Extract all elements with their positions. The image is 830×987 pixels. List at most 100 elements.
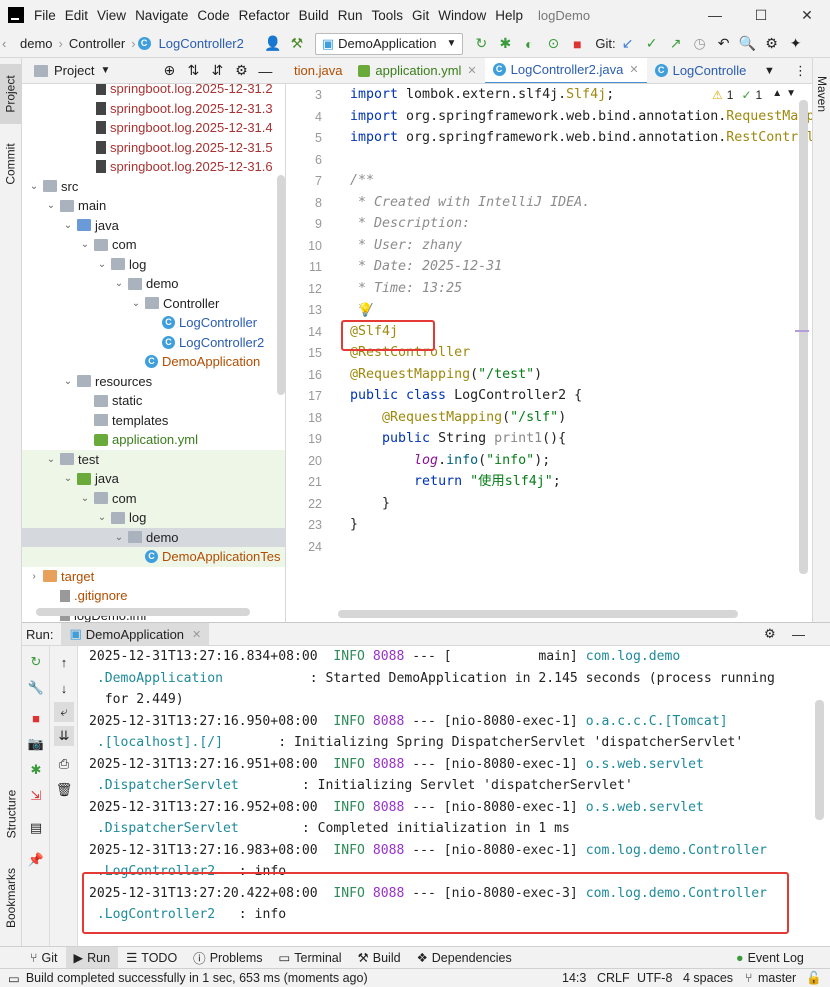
git-push-icon[interactable]: ↗: [665, 33, 687, 55]
menu-git[interactable]: Git: [412, 8, 429, 23]
pin-icon[interactable]: 📌: [26, 850, 46, 870]
indent-setting[interactable]: 4 spaces: [683, 971, 733, 985]
expand-chevron-icon[interactable]: ⌄: [62, 220, 74, 231]
tree-vertical-scrollbar[interactable]: [277, 175, 285, 395]
tree-item[interactable]: static: [22, 391, 285, 411]
tool-tab-todo[interactable]: ☰ TODO: [118, 947, 185, 969]
structure-tool-tab[interactable]: Structure: [0, 776, 22, 852]
gear-icon[interactable]: ⚙: [764, 626, 776, 642]
expand-chevron-icon[interactable]: ⌄: [62, 473, 74, 484]
search-icon[interactable]: 🔍: [737, 33, 759, 55]
expand-chevron-icon[interactable]: ⌄: [45, 454, 57, 465]
menu-code[interactable]: Code: [197, 8, 229, 23]
tree-item[interactable]: templates: [22, 411, 285, 431]
coverage-icon[interactable]: ◐: [518, 33, 540, 55]
tree-item[interactable]: application.yml: [22, 430, 285, 450]
user-icon[interactable]: 👤: [262, 33, 284, 55]
tree-item[interactable]: ⌄ Controller: [22, 294, 285, 314]
tree-item[interactable]: springboot.log.2025-12-31.6: [22, 157, 285, 177]
up-arrow-icon[interactable]: ↑: [54, 652, 74, 672]
tree-item[interactable]: ⌄ log: [22, 508, 285, 528]
trash-icon[interactable]: 🗑: [54, 780, 74, 800]
expand-chevron-icon[interactable]: ⌄: [113, 532, 125, 543]
tree-item[interactable]: C DemoApplicationTes: [22, 547, 285, 567]
tab-logcontroller-java[interactable]: C LogControlle: [647, 58, 755, 83]
tree-item[interactable]: springboot.log.2025-12-31.5: [22, 138, 285, 158]
line-separator[interactable]: CRLF: [597, 971, 630, 985]
close-tab-icon[interactable]: ✕: [629, 63, 638, 76]
tree-horizontal-scrollbar[interactable]: [36, 608, 250, 616]
minimize-icon[interactable]: —: [692, 0, 738, 30]
previous-highlight-icon[interactable]: ▲: [772, 88, 782, 102]
tool-tab-problems[interactable]: ⓘ Problems: [185, 947, 270, 969]
back-chevron-icon[interactable]: ‹: [2, 36, 16, 51]
exit-icon[interactable]: ⇲: [26, 786, 46, 806]
maximize-icon[interactable]: ☐: [738, 0, 784, 30]
expand-chevron-icon[interactable]: ⌄: [62, 376, 74, 387]
tabs-dropdown-icon[interactable]: ▼: [764, 65, 775, 77]
inspection-widget[interactable]: ⚠ 1 ✓ 1 ▲ ▼: [712, 88, 796, 102]
gear-icon[interactable]: ⚙: [230, 60, 252, 82]
menu-edit[interactable]: Edit: [65, 8, 88, 23]
menu-refactor[interactable]: Refactor: [239, 8, 290, 23]
tab-logcontroller2-java[interactable]: C LogController2.java ✕: [484, 58, 647, 83]
gear-icon[interactable]: ⚙: [761, 33, 783, 55]
close-icon[interactable]: ✕: [784, 0, 830, 30]
expand-chevron-icon[interactable]: ⌄: [79, 493, 91, 504]
git-commit-icon[interactable]: ✓: [641, 33, 663, 55]
tool-tab-run[interactable]: ▶ Run: [65, 946, 119, 969]
menu-build[interactable]: Build: [299, 8, 329, 23]
rollback-icon[interactable]: ↶: [713, 33, 735, 55]
expand-chevron-icon[interactable]: ⌄: [96, 259, 108, 270]
collapse-all-icon[interactable]: ⇵: [206, 60, 228, 82]
file-encoding[interactable]: UTF-8: [637, 971, 672, 985]
breadcrumb-controller[interactable]: Controller: [69, 36, 125, 51]
status-message[interactable]: Build completed successfully in 1 sec, 6…: [26, 971, 368, 985]
tool-tab-event-log[interactable]: ● Event Log: [728, 947, 812, 969]
expand-chevron-icon[interactable]: ⌄: [28, 181, 40, 192]
camera-icon[interactable]: 📷: [26, 734, 46, 754]
tree-item[interactable]: C LogController2: [22, 333, 285, 353]
tab-application-yml[interactable]: application.yml ✕: [350, 58, 484, 83]
run-configuration-select[interactable]: ▣ DemoApplication ▼: [314, 32, 464, 55]
scroll-to-end-icon[interactable]: ⇊: [54, 726, 74, 746]
breadcrumb-demo[interactable]: demo: [20, 36, 53, 51]
debug-icon[interactable]: ✱: [494, 33, 516, 55]
menu-window[interactable]: Window: [438, 8, 486, 23]
plugin-icon[interactable]: ✦: [785, 33, 807, 55]
print-icon[interactable]: ⎙: [54, 754, 74, 774]
stop-icon[interactable]: ■: [26, 708, 46, 728]
debug-icon[interactable]: ✱: [26, 760, 46, 780]
soft-wrap-icon[interactable]: ⤶: [54, 702, 74, 722]
menu-tools[interactable]: Tools: [371, 8, 403, 23]
rerun-icon[interactable]: ↻: [470, 33, 492, 55]
expand-chevron-icon[interactable]: ›: [28, 571, 40, 582]
maven-tool-tab[interactable]: Maven: [813, 64, 830, 124]
expand-chevron-icon[interactable]: ⌄: [96, 512, 108, 523]
tree-item[interactable]: ⌄ java: [22, 469, 285, 489]
down-arrow-icon[interactable]: ↓: [54, 678, 74, 698]
expand-chevron-icon[interactable]: ⌄: [79, 239, 91, 250]
project-tool-tab[interactable]: Project: [0, 64, 22, 124]
hammer-build-icon[interactable]: ⚒: [286, 33, 308, 55]
tool-tab-dependencies[interactable]: ❖ Dependencies: [409, 947, 520, 969]
editor-horizontal-scrollbar[interactable]: [338, 610, 738, 618]
tree-item[interactable]: ⌄ demo: [22, 274, 285, 294]
tree-item[interactable]: C DemoApplication: [22, 352, 285, 372]
close-tab-icon[interactable]: ✕: [192, 628, 201, 641]
tab-demoapplication-java[interactable]: tion.java: [286, 58, 350, 83]
tree-item[interactable]: ⌄ com: [22, 235, 285, 255]
menu-file[interactable]: File: [34, 8, 56, 23]
git-branch[interactable]: master: [758, 971, 796, 985]
tree-item[interactable]: ⌄ java: [22, 216, 285, 236]
tree-item[interactable]: springboot.log.2025-12-31.2: [22, 84, 285, 99]
tool-tab-build[interactable]: ⚒ Build: [350, 947, 409, 969]
tree-item[interactable]: springboot.log.2025-12-31.4: [22, 118, 285, 138]
wrench-icon[interactable]: 🔧: [26, 678, 46, 698]
bookmarks-tool-tab[interactable]: Bookmarks: [0, 858, 22, 938]
tree-item[interactable]: ⌄ com: [22, 488, 285, 508]
lock-icon[interactable]: 🔓: [806, 971, 822, 986]
hide-icon[interactable]: —: [254, 60, 276, 82]
tree-item[interactable]: ⌄ test: [22, 449, 285, 469]
close-tab-icon[interactable]: ✕: [467, 64, 476, 77]
